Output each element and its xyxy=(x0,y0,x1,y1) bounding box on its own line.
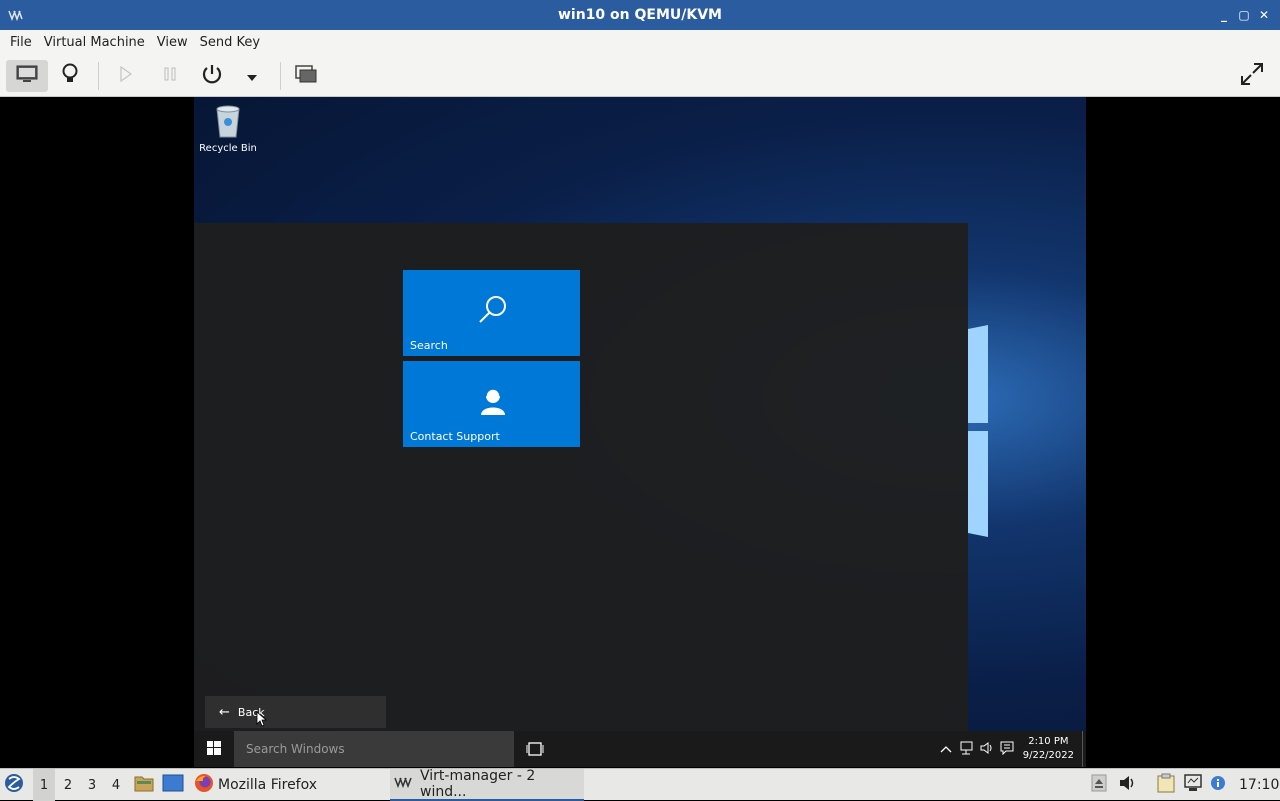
task-virt-manager-label: Virt-manager - 2 wind... xyxy=(420,768,536,800)
pause-icon xyxy=(163,66,177,86)
snapshots-button[interactable] xyxy=(290,60,322,92)
notifications-icon[interactable] xyxy=(1000,741,1014,758)
menu-view[interactable]: View xyxy=(151,35,194,50)
workspace-3[interactable]: 3 xyxy=(81,769,103,801)
clipboard-icon xyxy=(1157,773,1175,797)
window-title: win10 on QEMU/KVM xyxy=(557,7,722,23)
distro-logo-icon xyxy=(4,773,24,797)
back-button[interactable]: ← Back xyxy=(205,696,386,728)
volume-icon[interactable] xyxy=(980,741,994,758)
tile-contact-support-label: Contact Support xyxy=(410,430,500,443)
console-button[interactable] xyxy=(6,60,48,92)
recycle-bin[interactable]: Recycle Bin xyxy=(194,103,262,154)
close-button[interactable]: ✕ xyxy=(1256,7,1272,23)
tile-contact-support[interactable]: Contact Support xyxy=(403,361,580,447)
menu-bar: File Virtual Machine View Send Key xyxy=(0,30,1280,54)
workspace-4[interactable]: 4 xyxy=(105,769,127,801)
folder-icon xyxy=(134,774,154,796)
desktop-icon xyxy=(162,774,184,796)
search-icon xyxy=(477,294,509,326)
screenshot-icon xyxy=(295,65,317,87)
recycle-bin-icon xyxy=(213,103,243,139)
show-desktop-button[interactable] xyxy=(1082,731,1086,767)
arrow-left-icon: ← xyxy=(219,704,230,720)
tray-expand-button[interactable] xyxy=(1091,769,1107,801)
volume-icon xyxy=(1119,775,1137,795)
windows-taskbar: Search Windows 2:10 PM 9/22/2022 xyxy=(194,731,1086,767)
host-volume-button[interactable] xyxy=(1119,769,1137,801)
eject-icon xyxy=(1091,774,1107,796)
host-clock[interactable]: 17:10 xyxy=(1239,769,1279,801)
tile-search[interactable]: Search xyxy=(403,270,580,356)
search-placeholder: Search Windows xyxy=(246,742,345,756)
details-button[interactable] xyxy=(54,60,86,92)
windows-logo-wallpaper xyxy=(968,325,988,537)
guest-date: 9/22/2022 xyxy=(1022,750,1074,761)
mouse-cursor-icon xyxy=(256,711,268,727)
shutdown-menu-button[interactable] xyxy=(240,60,264,92)
info-icon xyxy=(1210,775,1226,795)
chevron-down-icon xyxy=(246,67,258,86)
host-panel: 1 2 3 4 Mozilla Firefox Virt-manager - 2… xyxy=(0,768,1280,801)
virt-manager-icon xyxy=(394,776,414,792)
menu-file[interactable]: File xyxy=(4,35,38,50)
workspace-2[interactable]: 2 xyxy=(57,769,79,801)
clipboard-button[interactable] xyxy=(1157,769,1175,801)
pause-button[interactable] xyxy=(154,60,186,92)
fullscreen-button[interactable] xyxy=(1236,60,1268,92)
support-agent-icon xyxy=(477,385,509,417)
show-desktop-launcher[interactable] xyxy=(162,769,184,801)
run-button[interactable] xyxy=(110,60,142,92)
network-icon xyxy=(1183,774,1203,796)
task-firefox-label: Mozilla Firefox xyxy=(218,777,318,793)
fullscreen-icon xyxy=(1240,62,1264,90)
shutdown-button[interactable] xyxy=(196,60,228,92)
start-button[interactable] xyxy=(194,731,234,767)
virt-manager-icon xyxy=(8,9,24,22)
workspace-1[interactable]: 1 xyxy=(33,769,55,801)
tile-search-label: Search xyxy=(410,339,448,352)
toolbar xyxy=(0,54,1280,97)
maximize-button[interactable]: ▢ xyxy=(1236,7,1252,23)
guest-desktop[interactable]: Recycle Bin Search Contact Support ← Bac… xyxy=(194,97,1086,767)
start-menu: Search Contact Support ← Back xyxy=(194,223,968,731)
guest-clock[interactable]: 2:10 PM 9/22/2022 xyxy=(1023,735,1074,763)
app-menu-button[interactable] xyxy=(4,769,28,801)
windows-search-box[interactable]: Search Windows xyxy=(234,731,514,767)
power-icon xyxy=(201,63,223,89)
menu-virtual-machine[interactable]: Virtual Machine xyxy=(38,35,151,50)
menu-send-key[interactable]: Send Key xyxy=(194,35,266,50)
recycle-bin-label: Recycle Bin xyxy=(199,143,257,154)
minimize-button[interactable]: _ xyxy=(1216,7,1232,23)
task-virt-manager[interactable]: Virt-manager - 2 wind... xyxy=(390,768,584,801)
task-firefox[interactable]: Mozilla Firefox xyxy=(194,769,317,801)
guest-time: 2:10 PM xyxy=(1028,736,1069,747)
updates-button[interactable] xyxy=(1210,769,1226,801)
task-view-icon[interactable] xyxy=(526,741,544,757)
firefox-icon xyxy=(194,773,214,797)
windows-logo-icon xyxy=(207,740,221,759)
host-network-button[interactable] xyxy=(1183,769,1203,801)
system-tray: 2:10 PM 9/22/2022 xyxy=(937,731,1086,767)
files-launcher[interactable] xyxy=(134,769,154,801)
window-titlebar[interactable]: win10 on QEMU/KVM _ ▢ ✕ xyxy=(0,0,1280,30)
network-icon[interactable] xyxy=(958,741,974,758)
monitor-icon xyxy=(16,65,38,87)
chevron-up-icon[interactable] xyxy=(940,743,952,756)
lightbulb-icon xyxy=(61,63,79,89)
play-icon xyxy=(119,65,133,86)
